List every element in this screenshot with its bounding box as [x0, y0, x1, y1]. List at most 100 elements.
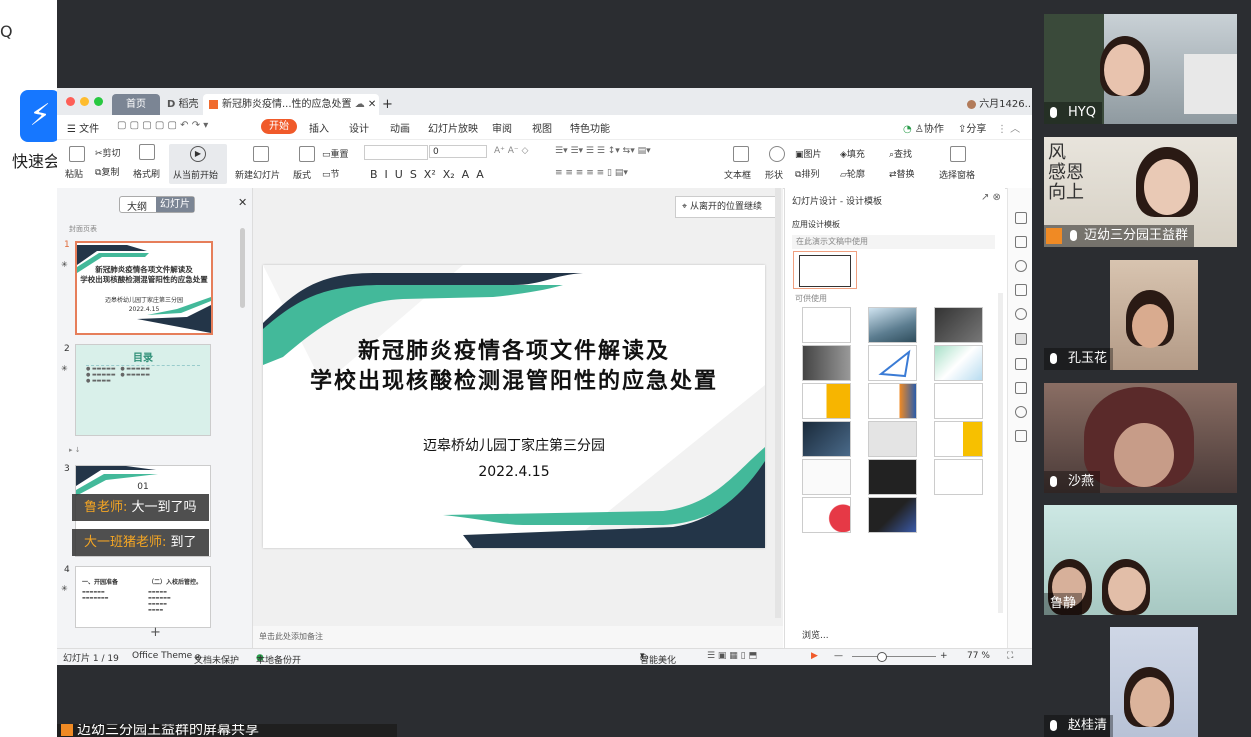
- minimize-window-icon[interactable]: [80, 97, 89, 106]
- brush-icon[interactable]: [139, 144, 155, 160]
- reset-button[interactable]: ▭重置: [322, 147, 349, 160]
- app-label[interactable]: 快速会: [12, 148, 57, 172]
- tab-slides[interactable]: 幻灯片: [156, 197, 194, 212]
- template-item[interactable]: [802, 421, 851, 457]
- slide-thumbnail-4[interactable]: 一、开园准备 （二）入校后管控。 ▬▬▬▬▬▬ ▬▬▬▬▬▬▬ ▬▬▬▬▬ ▬▬▬▬…: [75, 566, 211, 628]
- design-tool-icon[interactable]: [1015, 212, 1027, 224]
- image-tool-icon[interactable]: [1015, 430, 1027, 442]
- canvas-scrollbar[interactable]: [775, 188, 781, 618]
- template-item[interactable]: [802, 307, 851, 343]
- paste-button[interactable]: 粘贴: [65, 167, 83, 180]
- replace-button[interactable]: ⇄替换: [889, 167, 915, 180]
- format-painter-button[interactable]: 格式刷: [133, 167, 160, 180]
- zoom-in-icon[interactable]: +: [940, 651, 948, 661]
- collab-button[interactable]: ◔ ♙协作: [903, 120, 944, 135]
- menu-review[interactable]: 审阅: [492, 120, 512, 135]
- template-item[interactable]: [868, 383, 917, 419]
- template-item[interactable]: [868, 497, 917, 533]
- layout-icon[interactable]: [299, 146, 315, 162]
- new-tab-button[interactable]: +: [382, 94, 393, 115]
- history-tool-icon[interactable]: [1015, 406, 1027, 418]
- resume-button[interactable]: ⌖ 从离开的位置继续: [675, 196, 777, 218]
- find-button[interactable]: ⌕查找: [889, 147, 912, 160]
- settings-tool-icon[interactable]: [1015, 382, 1027, 394]
- template-item[interactable]: [934, 421, 983, 457]
- quick-access-icons[interactable]: ▢ ▢ ▢ ▢ ▢ ↶ ↷ ▾: [117, 120, 208, 131]
- template-item[interactable]: [802, 345, 851, 381]
- tab-presentation[interactable]: 新冠肺炎疫情...性的应急处置 ☁ ✕: [203, 94, 379, 115]
- template-item[interactable]: [934, 345, 983, 381]
- menu-animation[interactable]: 动画: [390, 120, 410, 135]
- menu-slideshow[interactable]: 幻灯片放映: [428, 120, 478, 135]
- template-tool-icon[interactable]: [1015, 333, 1027, 345]
- user-name[interactable]: 六月1426...: [967, 94, 1032, 115]
- template-item[interactable]: [934, 307, 983, 343]
- notes-field[interactable]: 单击此处添加备注: [253, 626, 783, 648]
- shape-tool-icon[interactable]: [1015, 236, 1027, 248]
- template-item[interactable]: [868, 345, 917, 381]
- tab-outline[interactable]: 大纲: [127, 198, 147, 213]
- fit-window-icon[interactable]: ⛶: [1007, 651, 1013, 661]
- participant-video[interactable]: 沙燕: [1044, 383, 1237, 493]
- compass-tool-icon[interactable]: [1015, 308, 1027, 320]
- maximize-window-icon[interactable]: [94, 97, 103, 106]
- zoom-slider[interactable]: [852, 656, 936, 657]
- slide-thumbnail-2[interactable]: 目录 ● ▬▬▬▬▬ ● ▬▬▬▬▬ ● ▬▬▬▬▬ ● ▬▬▬▬▬ ● ▬▬▬▬: [75, 344, 211, 436]
- shape-button[interactable]: 形状: [765, 168, 783, 181]
- template-item[interactable]: [802, 459, 851, 495]
- close-window-icon[interactable]: [66, 97, 75, 106]
- menu-features[interactable]: 特色功能: [570, 120, 610, 135]
- menu-insert[interactable]: 插入: [309, 120, 329, 135]
- menu-home[interactable]: 开始: [261, 119, 297, 134]
- current-slide[interactable]: 新冠肺炎疫情各项文件解读及 学校出现核酸检测混管阳性的应急处置 迈皋桥幼儿园丁家庄…: [263, 265, 765, 548]
- more-icon[interactable]: ⋮ ︿: [997, 120, 1020, 135]
- browse-button[interactable]: 浏览...: [802, 628, 829, 641]
- slide-thumbnail-1[interactable]: 新冠肺炎疫情各项文件解读及 学校出现核酸检测混管阳性的应急处置 迈皋桥幼儿园丁家庄…: [75, 241, 213, 335]
- layout-button[interactable]: 版式: [293, 168, 311, 181]
- add-slide-button[interactable]: +: [150, 625, 161, 640]
- menu-view[interactable]: 视图: [532, 120, 552, 135]
- arrange-button[interactable]: ⧉排列: [795, 167, 819, 180]
- select-pane-icon[interactable]: [950, 146, 966, 162]
- play-icon[interactable]: ▶: [190, 146, 206, 162]
- animation-tool-icon[interactable]: [1015, 260, 1027, 272]
- zoom-out-icon[interactable]: —: [834, 651, 843, 661]
- cut-button[interactable]: ✂剪切: [95, 146, 121, 159]
- fill-button[interactable]: ◈填充: [840, 147, 865, 160]
- star-tool-icon[interactable]: [1015, 358, 1027, 370]
- share-button[interactable]: ⇪分享: [958, 120, 986, 135]
- pin-icon[interactable]: ↗ ⊗: [981, 192, 1001, 203]
- participant-video[interactable]: 孔玉花: [1044, 260, 1237, 370]
- font-name-select[interactable]: [364, 145, 428, 160]
- template-item[interactable]: [868, 421, 917, 457]
- align-icons[interactable]: ≡ ≡ ≡ ≡ ≡ ▯ ▤▾: [555, 168, 628, 178]
- tab-home[interactable]: 首页: [112, 94, 160, 115]
- menu-design[interactable]: 设计: [349, 120, 369, 135]
- select-pane-button[interactable]: 选择窗格: [939, 168, 975, 181]
- list-icons[interactable]: ☰▾ ☰▾ ☰ ☰ ↕▾ ⇆▾ ▤▾: [555, 146, 651, 156]
- menu-file[interactable]: ☰ 文件: [67, 120, 99, 135]
- lightning-icon[interactable]: ⚡: [20, 90, 57, 142]
- copy-button[interactable]: ⧉复制: [95, 165, 119, 178]
- tab-close-icon[interactable]: ✕: [368, 99, 376, 110]
- font-size-select[interactable]: 0: [429, 145, 487, 158]
- participant-video[interactable]: 风感恩 向上 迈幼三分园王益群: [1044, 137, 1237, 247]
- participant-video[interactable]: 鲁静: [1044, 505, 1237, 615]
- section-button[interactable]: ▭节: [322, 167, 340, 180]
- text-format-icons[interactable]: B I U S X² X₂ A A: [370, 168, 484, 181]
- template-item[interactable]: [868, 307, 917, 343]
- outline-button[interactable]: ▱轮廓: [840, 167, 865, 180]
- view-mode-icons[interactable]: ☰ ▣ ▦ ▯ ⬒: [707, 651, 757, 661]
- gallery-scrollbar[interactable]: [998, 293, 1003, 613]
- shape-icon[interactable]: [769, 146, 785, 162]
- participant-video[interactable]: 赵桂清: [1044, 627, 1237, 737]
- textbox-button[interactable]: 文本框: [724, 168, 751, 181]
- transition-tool-icon[interactable]: [1015, 284, 1027, 296]
- textbox-icon[interactable]: [733, 146, 749, 162]
- new-slide-button[interactable]: 新建幻灯片: [235, 168, 280, 181]
- picture-button[interactable]: ▣图片: [795, 147, 822, 160]
- paste-icon[interactable]: [69, 146, 85, 162]
- new-slide-icon[interactable]: [253, 146, 269, 162]
- font-grow-icon[interactable]: A⁺ A⁻ ◇: [494, 146, 528, 156]
- zoom-handle[interactable]: [877, 652, 887, 662]
